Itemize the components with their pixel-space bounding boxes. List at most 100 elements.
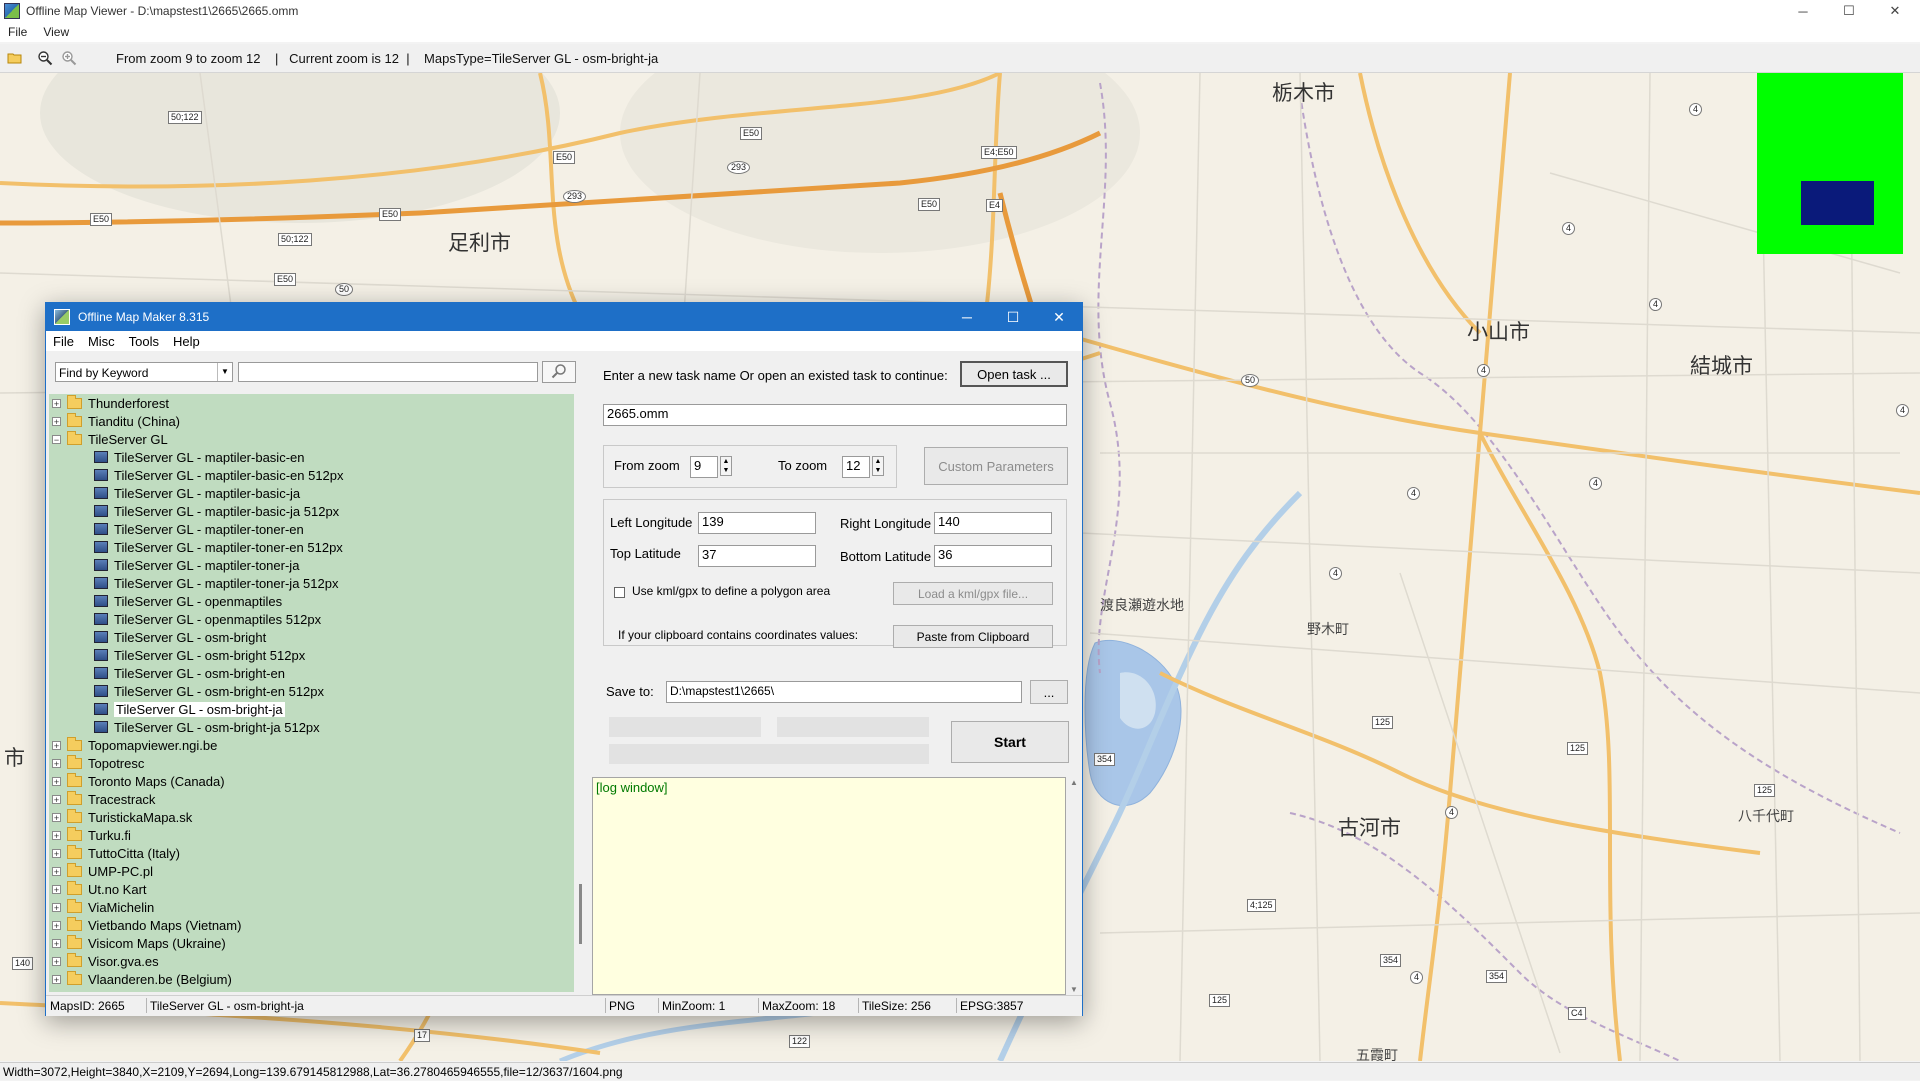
tree-item-label: ViaMichelin bbox=[88, 899, 155, 915]
bottom-latitude-label: Bottom Latitude bbox=[840, 549, 932, 564]
tree-folder-item[interactable]: + Topomapviewer.ngi.be bbox=[52, 736, 217, 754]
to-zoom-stepper[interactable]: ▲ ▼ bbox=[872, 456, 884, 476]
tree-folder-item[interactable]: + Topotresc bbox=[52, 754, 144, 772]
tree-folder-item[interactable]: + Ut.no Kart bbox=[52, 880, 147, 898]
expand-icon[interactable]: + bbox=[52, 416, 61, 426]
tree-folder-item[interactable]: + TuttoCitta (Italy) bbox=[52, 844, 180, 862]
search-button[interactable] bbox=[542, 361, 576, 383]
expand-icon[interactable]: + bbox=[52, 398, 61, 408]
minimize-button[interactable]: ─ bbox=[1780, 0, 1826, 22]
tree-map-item[interactable]: TileServer GL - osm-bright-ja bbox=[94, 700, 285, 718]
menu-file[interactable]: File bbox=[0, 25, 35, 39]
tree-folder-item[interactable]: + Thunderforest bbox=[52, 394, 169, 412]
route-shield: 4 bbox=[1589, 477, 1603, 490]
expand-icon[interactable]: + bbox=[52, 812, 61, 822]
expand-icon[interactable]: + bbox=[52, 902, 61, 912]
expand-icon[interactable]: + bbox=[52, 974, 61, 984]
expand-icon[interactable]: + bbox=[52, 866, 61, 876]
left-longitude-field[interactable]: 139 bbox=[698, 512, 816, 534]
tree-folder-item[interactable]: + Toronto Maps (Canada) bbox=[52, 772, 225, 790]
expand-icon[interactable]: + bbox=[52, 920, 61, 930]
dialog-menu-tools[interactable]: Tools bbox=[122, 334, 166, 349]
expand-icon[interactable]: + bbox=[52, 938, 61, 948]
expand-icon[interactable]: + bbox=[52, 848, 61, 858]
save-to-label: Save to: bbox=[606, 684, 654, 699]
tree-folder-item[interactable]: + Vietbando Maps (Vietnam) bbox=[52, 916, 241, 934]
tree-folder-item[interactable]: + Vlaanderen.be (Belgium) bbox=[52, 970, 232, 988]
tree-folder-item[interactable]: − TileServer GL bbox=[52, 430, 168, 448]
tree-folder-item[interactable]: + Turku.fi bbox=[52, 826, 131, 844]
minimap-viewport[interactable] bbox=[1801, 181, 1874, 225]
tree-item-label: TileServer GL - osm-bright 512px bbox=[114, 647, 306, 663]
tree-map-item[interactable]: TileServer GL - maptiler-toner-en 512px bbox=[94, 538, 343, 556]
tree-map-item[interactable]: TileServer GL - osm-bright 512px bbox=[94, 646, 305, 664]
expand-icon[interactable]: + bbox=[52, 956, 61, 966]
to-zoom-field[interactable]: 12 bbox=[842, 456, 870, 478]
collapse-icon[interactable]: − bbox=[52, 434, 61, 444]
paste-clipboard-button[interactable]: Paste from Clipboard bbox=[893, 625, 1053, 648]
route-shield: E50 bbox=[274, 273, 297, 286]
tree-map-item[interactable]: TileServer GL - maptiler-basic-en bbox=[94, 448, 304, 466]
expand-icon[interactable]: + bbox=[52, 830, 61, 840]
tree-folder-item[interactable]: + Visor.gva.es bbox=[52, 952, 159, 970]
open-folder-icon[interactable] bbox=[6, 49, 24, 67]
tree-map-item[interactable]: TileServer GL - maptiler-basic-ja 512px bbox=[94, 502, 339, 520]
log-scrollbar[interactable]: ▲ ▼ bbox=[1066, 777, 1082, 995]
search-mode-select[interactable]: Find by Keyword ▼ bbox=[55, 362, 233, 382]
zoom-out-icon[interactable] bbox=[36, 49, 54, 67]
tree-folder-item[interactable]: + TuristickaMapa.sk bbox=[52, 808, 192, 826]
from-zoom-field[interactable]: 9 bbox=[690, 456, 718, 478]
tree-map-item[interactable]: TileServer GL - maptiler-toner-ja bbox=[94, 556, 299, 574]
tree-folder-item[interactable]: + Tracestrack bbox=[52, 790, 155, 808]
expand-icon[interactable]: + bbox=[52, 776, 61, 786]
tree-map-item[interactable]: TileServer GL - openmaptiles bbox=[94, 592, 282, 610]
zoom-in-icon[interactable] bbox=[60, 49, 78, 67]
task-name-field[interactable]: 2665.omm bbox=[603, 404, 1067, 426]
top-latitude-field[interactable]: 37 bbox=[698, 545, 816, 567]
tree-map-item[interactable]: TileServer GL - maptiler-basic-ja bbox=[94, 484, 300, 502]
expand-icon[interactable]: + bbox=[52, 758, 61, 768]
bottom-latitude-field[interactable]: 36 bbox=[934, 545, 1052, 567]
dialog-close-button[interactable]: ✕ bbox=[1036, 303, 1082, 331]
tree-map-item[interactable]: TileServer GL - osm-bright-en 512px bbox=[94, 682, 324, 700]
dialog-menu-misc[interactable]: Misc bbox=[81, 334, 122, 349]
dialog-maximize-button[interactable]: ☐ bbox=[990, 303, 1036, 331]
status-format: PNG bbox=[609, 999, 636, 1013]
tree-item-label: TileServer GL - osm-bright-en bbox=[114, 665, 285, 681]
browse-button[interactable]: ... bbox=[1030, 680, 1068, 704]
tree-map-item[interactable]: TileServer GL - osm-bright-ja 512px bbox=[94, 718, 320, 736]
load-kml-button[interactable]: Load a kml/gpx file... bbox=[893, 582, 1053, 605]
close-button[interactable]: ✕ bbox=[1872, 0, 1918, 22]
tree-map-item[interactable]: TileServer GL - maptiler-toner-ja 512px bbox=[94, 574, 338, 592]
tree-folder-item[interactable]: + Visicom Maps (Ukraine) bbox=[52, 934, 226, 952]
tree-folder-item[interactable]: + UMP-PC.pl bbox=[52, 862, 153, 880]
tree-folder-item[interactable]: + Tianditu (China) bbox=[52, 412, 180, 430]
from-zoom-stepper[interactable]: ▲ ▼ bbox=[720, 456, 732, 476]
tree-map-item[interactable]: TileServer GL - osm-bright-en bbox=[94, 664, 285, 682]
save-path-field[interactable]: D:\mapstest1\2665\ bbox=[666, 681, 1022, 703]
expand-icon[interactable]: + bbox=[52, 794, 61, 804]
minimap[interactable] bbox=[1757, 73, 1903, 254]
right-longitude-field[interactable]: 140 bbox=[934, 512, 1052, 534]
log-window[interactable]: [log window] bbox=[592, 777, 1066, 995]
tree-map-item[interactable]: TileServer GL - openmaptiles 512px bbox=[94, 610, 321, 628]
open-task-button[interactable]: Open task ... bbox=[960, 361, 1068, 387]
start-button[interactable]: Start bbox=[951, 721, 1069, 763]
tree-map-item[interactable]: TileServer GL - osm-bright bbox=[94, 628, 266, 646]
custom-parameters-button[interactable]: Custom Parameters bbox=[924, 447, 1068, 485]
dialog-menu-help[interactable]: Help bbox=[166, 334, 207, 349]
polygon-area-checkbox[interactable] bbox=[614, 587, 625, 598]
map-source-tree[interactable]: + Thunderforest + Tianditu (China) − TileServ… bbox=[49, 394, 574, 992]
expand-icon[interactable]: + bbox=[52, 740, 61, 750]
menu-view[interactable]: View bbox=[35, 25, 77, 39]
expand-icon[interactable]: + bbox=[52, 884, 61, 894]
tree-scrollbar[interactable] bbox=[574, 394, 590, 992]
tree-folder-item[interactable]: + ViaMichelin bbox=[52, 898, 154, 916]
dialog-minimize-button[interactable]: ─ bbox=[944, 303, 990, 331]
chevron-down-icon[interactable]: ▼ bbox=[217, 363, 232, 381]
maximize-button[interactable]: ☐ bbox=[1826, 0, 1872, 22]
tree-map-item[interactable]: TileServer GL - maptiler-toner-en bbox=[94, 520, 304, 538]
dialog-menu-file[interactable]: File bbox=[46, 334, 81, 349]
tree-map-item[interactable]: TileServer GL - maptiler-basic-en 512px bbox=[94, 466, 344, 484]
keyword-input[interactable] bbox=[238, 362, 538, 382]
